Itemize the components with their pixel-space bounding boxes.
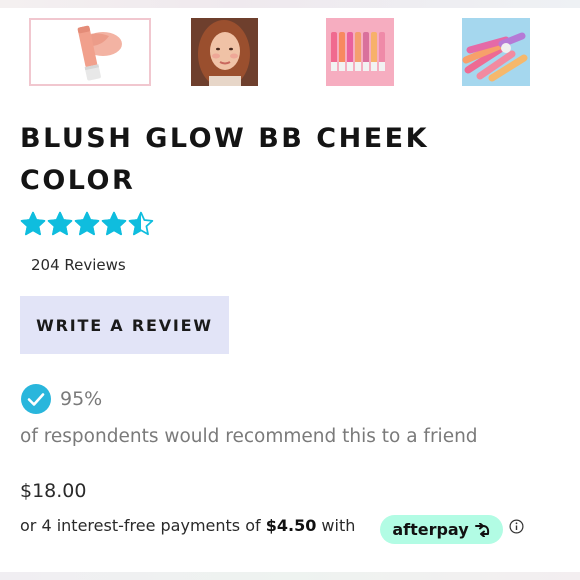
star-icon [101, 211, 127, 236]
thumbnail-fan[interactable] [462, 18, 530, 86]
recommend-percent: 95% [60, 388, 103, 410]
installment-text: or 4 interest-free payments of $4.50 wit… [20, 516, 355, 535]
model-portrait-image [191, 18, 258, 86]
recommend-text: of respondents would recommend this to a… [20, 426, 478, 447]
write-review-button[interactable]: WRITE A REVIEW [20, 296, 229, 354]
star-icon [128, 211, 154, 236]
installment-suffix: with [321, 516, 356, 535]
star-icon [20, 211, 46, 236]
bottom-edge [0, 572, 580, 580]
installment-prefix: or 4 interest-free payments of [20, 516, 261, 535]
thumbnail-model[interactable] [191, 18, 258, 86]
afterpay-badge[interactable]: afterpay [380, 515, 503, 544]
star-icon [47, 211, 73, 236]
rating-stars[interactable] [20, 211, 154, 237]
product-price: $18.00 [20, 480, 87, 502]
single-tube-product-image [31, 20, 149, 84]
tubes-lineup-image [326, 18, 394, 86]
info-icon[interactable] [509, 519, 524, 534]
installment-amount: $4.50 [265, 516, 317, 535]
afterpay-arrows-icon [474, 522, 489, 537]
product-title: BLUSH GLOW BB CHEEK COLOR [20, 123, 430, 196]
star-icon [74, 211, 100, 236]
tubes-fan-image [462, 18, 530, 86]
afterpay-logo-text: afterpay [392, 520, 469, 539]
check-circle-icon [21, 384, 51, 414]
thumbnail-single-tube[interactable] [29, 18, 151, 86]
top-edge [0, 0, 580, 8]
thumbnail-lineup[interactable] [326, 18, 394, 86]
reviews-count-link[interactable]: 204 Reviews [31, 256, 126, 274]
